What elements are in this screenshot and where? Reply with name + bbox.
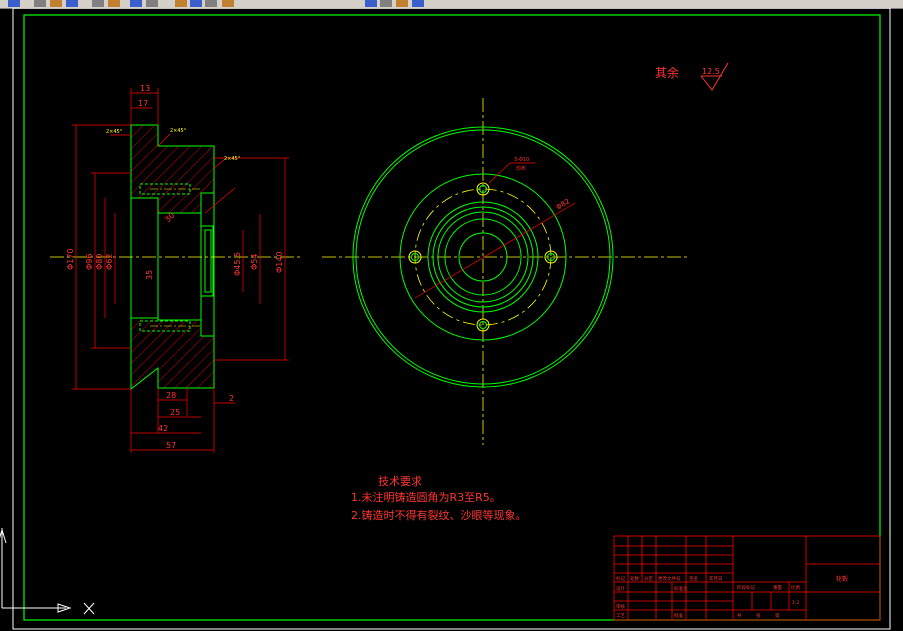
section-view: 13 17 28 25 42 57 2 Φ170 Φ96 Φ80 Φ62 Φ45… bbox=[50, 84, 300, 453]
dim-bottom-28: 28 bbox=[166, 391, 176, 400]
layer-icon[interactable] bbox=[412, 0, 424, 7]
hatch-bottom bbox=[130, 317, 215, 391]
pcd-label: Φ82 bbox=[555, 197, 571, 211]
redo-icon[interactable] bbox=[146, 0, 158, 7]
roughness-note: 其余 12.5 bbox=[655, 62, 729, 91]
save-icon[interactable] bbox=[34, 0, 46, 7]
dim-left-62: Φ62 bbox=[105, 254, 114, 270]
dim-bottom-42: 42 bbox=[158, 424, 168, 433]
zoom-icon[interactable] bbox=[190, 0, 202, 7]
paste-icon[interactable] bbox=[108, 0, 120, 7]
note-1: 1.未注明铸造圆角为R3至R5。 bbox=[351, 490, 501, 504]
tb-cell-biaoji: 标记 bbox=[616, 575, 625, 582]
notes-title: 技术要求 bbox=[378, 475, 422, 488]
ucs-icon bbox=[0, 528, 95, 615]
hatch-top bbox=[130, 124, 215, 214]
tool-palette-icon[interactable] bbox=[396, 0, 408, 7]
print-icon[interactable] bbox=[50, 0, 62, 7]
tb-cell-qianming: 签名 bbox=[689, 575, 698, 582]
hole-label: 3-Φ10 bbox=[514, 157, 529, 163]
cut-icon[interactable] bbox=[66, 0, 78, 7]
tb-cell-bili: 比例 bbox=[791, 584, 800, 591]
chamfer-label-1: 2×45° bbox=[170, 128, 187, 134]
dim-right-140: Φ140 bbox=[275, 251, 284, 273]
zoom-window-icon[interactable] bbox=[205, 0, 217, 7]
tb-cell-shenhe: 审核 bbox=[616, 603, 625, 610]
tb-cell-fenqu: 分区 bbox=[644, 575, 653, 582]
chamfer-label-3: 2×45° bbox=[106, 129, 123, 135]
tb-cell-sheji: 设计 bbox=[616, 585, 625, 592]
design-center-icon[interactable] bbox=[380, 0, 392, 7]
tb-cell-biaozhunhua: 标准化 bbox=[674, 585, 688, 592]
dim-bottom-57: 57 bbox=[166, 441, 176, 450]
tb-cell-nianyueri: 年月日 bbox=[709, 575, 723, 582]
dim-right-54: Φ54 bbox=[250, 254, 259, 270]
tb-cell-zhongliang: 重量 bbox=[773, 584, 782, 591]
undo-icon[interactable] bbox=[130, 0, 142, 7]
open-icon[interactable] bbox=[8, 0, 20, 7]
tb-cell-di: 第 bbox=[775, 612, 780, 619]
chamfer-label-2: 2×45° bbox=[224, 156, 241, 162]
tb-cell-genggai: 更改文件号 bbox=[658, 575, 681, 582]
dim-top-17: 17 bbox=[138, 99, 148, 108]
tb-cell-chushu: 处数 bbox=[630, 575, 639, 582]
front-view: Φ82 3-Φ10 均布 bbox=[322, 98, 688, 445]
dim-top-13: 13 bbox=[140, 84, 150, 93]
section-label-35: 35 bbox=[145, 270, 154, 280]
technical-notes: 技术要求 1.未注明铸造圆角为R3至R5。 2.铸造时不得有裂纹、沙眼等现象。 bbox=[351, 475, 527, 522]
hole-note: 均布 bbox=[516, 165, 526, 172]
tb-cell-jieduan: 阶段标记 bbox=[737, 584, 755, 591]
part-name: 轮毂 bbox=[836, 575, 848, 583]
zoom-previous-icon[interactable] bbox=[222, 0, 234, 7]
drawing-canvas[interactable]: 13 17 28 25 42 57 2 Φ170 Φ96 Φ80 Φ62 Φ45… bbox=[0, 8, 903, 631]
dim-bottom-2: 2 bbox=[229, 394, 234, 403]
tb-cell-zhang: 张 bbox=[756, 612, 761, 619]
dim-left-170: Φ170 bbox=[66, 248, 75, 270]
dim-left-96: Φ96 bbox=[85, 254, 94, 270]
tb-cell-gongyi: 工艺 bbox=[616, 613, 625, 619]
roughness-label: 其余 bbox=[655, 65, 679, 80]
properties-icon[interactable] bbox=[365, 0, 377, 7]
dim-bottom-25: 25 bbox=[170, 408, 180, 417]
dim-right-45-5: Φ45.5 bbox=[233, 252, 242, 276]
roughness-value: 12.5 bbox=[702, 67, 720, 76]
copy-icon[interactable] bbox=[92, 0, 104, 7]
tb-cell-pizhun: 批准 bbox=[674, 612, 683, 619]
note-2: 2.铸造时不得有裂纹、沙眼等现象。 bbox=[351, 508, 527, 522]
tb-cell-gong: 共 bbox=[737, 612, 742, 619]
dim-left-80: Φ80 bbox=[95, 254, 104, 270]
tb-cell-scale: 1:2 bbox=[792, 600, 799, 606]
pan-icon[interactable] bbox=[175, 0, 187, 7]
